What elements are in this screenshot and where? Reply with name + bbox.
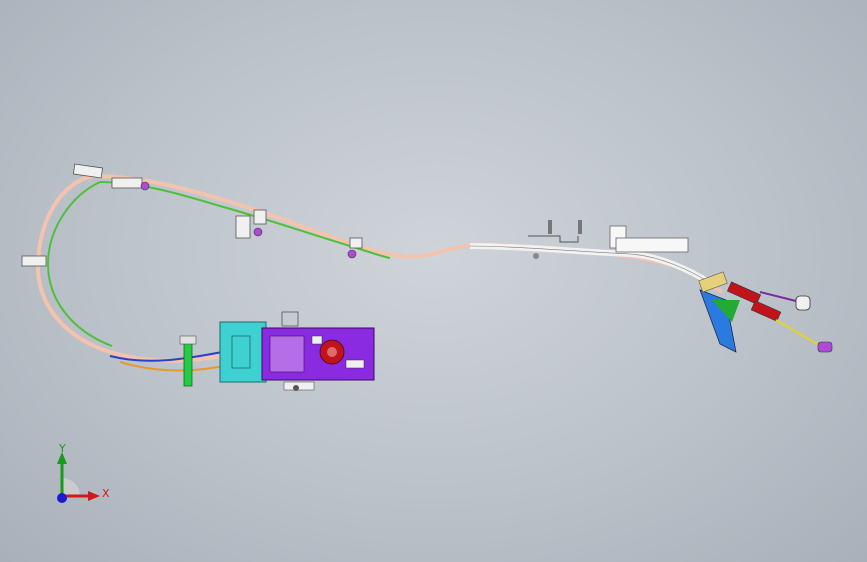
triad-icon — [57, 452, 100, 503]
clip-left-loop — [21, 255, 47, 267]
latch-mechanism — [219, 311, 375, 391]
graphics-viewport[interactable]: Y X — [0, 0, 867, 562]
cable-loop-outer — [35, 174, 221, 363]
x-axis-label: X — [102, 487, 110, 500]
end-fitting — [698, 271, 833, 353]
wire-orange — [119, 361, 233, 372]
coordinate-triad: Y X — [40, 438, 120, 518]
cable-assembly-model[interactable] — [0, 0, 867, 562]
bracket-right-2 — [609, 225, 689, 253]
y-axis-label: Y — [59, 442, 66, 455]
cable-sheath — [91, 174, 724, 294]
clip-mid-2 — [347, 237, 363, 259]
